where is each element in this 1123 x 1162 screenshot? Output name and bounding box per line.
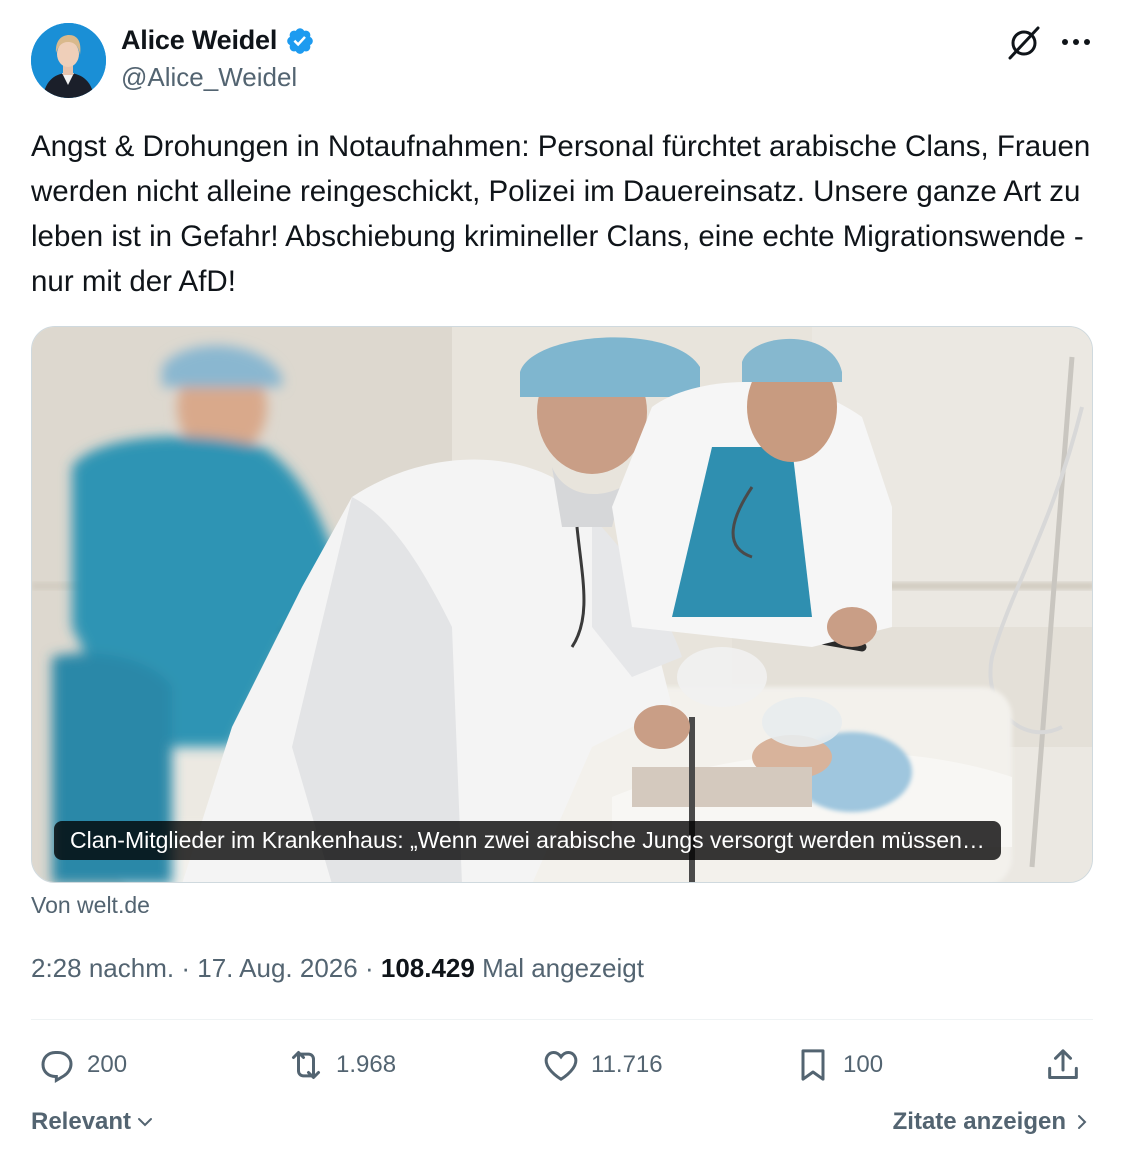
verified-badge-icon <box>287 27 313 54</box>
avatar[interactable] <box>31 23 106 98</box>
card-source[interactable]: Von welt.de <box>31 892 150 919</box>
heart-icon <box>544 1050 578 1081</box>
bookmark-button[interactable]: 100 <box>793 1040 883 1090</box>
tweet-date[interactable]: 17. Aug. 2026 <box>197 953 357 983</box>
view-count: 108.429 <box>380 953 475 983</box>
reply-button[interactable]: 200 <box>37 1040 127 1090</box>
profile-photo <box>31 23 106 98</box>
quotes-label: Zitate anzeigen <box>892 1108 1066 1135</box>
action-bar: 200 1.968 11.716 100 <box>31 1040 1093 1090</box>
bookmark-count: 100 <box>843 1051 884 1078</box>
like-count: 11.716 <box>591 1051 663 1078</box>
author-name[interactable]: Alice Weidel <box>121 25 277 56</box>
divider <box>31 1019 1093 1020</box>
reply-icon <box>41 1051 73 1083</box>
chevron-down-icon <box>138 1118 153 1127</box>
card-caption: Clan-Mitglieder im Krankenhaus: „Wenn zw… <box>54 821 1001 860</box>
tweet-time[interactable]: 2:28 nachm. <box>31 953 174 983</box>
view-label: Mal angezeigt <box>482 953 644 983</box>
like-button[interactable]: 11.716 <box>541 1040 663 1090</box>
author-handle[interactable]: @Alice_Weidel <box>121 62 297 93</box>
meta-separator-2: · <box>364 953 374 983</box>
reply-count: 200 <box>87 1051 128 1078</box>
view-quotes-link[interactable]: Zitate anzeigen <box>893 1108 1090 1136</box>
meta-separator: · <box>181 953 190 983</box>
tweet-meta: 2:28 nachm. · 17. Aug. 2026 · 108.429 Ma… <box>31 953 644 984</box>
bookmark-icon <box>801 1049 825 1081</box>
share-icon <box>1048 1049 1078 1079</box>
sort-label: Relevant <box>31 1108 132 1135</box>
repost-count: 1.968 <box>336 1051 397 1078</box>
repost-icon <box>292 1051 320 1079</box>
sort-replies-button[interactable]: Relevant <box>31 1108 155 1136</box>
tweet-text: Angst & Drohungen in Notaufnahmen: Perso… <box>31 130 1091 298</box>
more-icon[interactable] <box>1058 26 1094 58</box>
repost-button[interactable]: 1.968 <box>286 1040 396 1090</box>
grok-icon[interactable] <box>1005 24 1043 62</box>
chevron-right-icon <box>1078 1115 1087 1129</box>
link-card[interactable]: Clan-Mitglieder im Krankenhaus: „Wenn zw… <box>31 326 1093 883</box>
share-button[interactable] <box>1043 1040 1083 1090</box>
card-image <box>32 327 1092 882</box>
